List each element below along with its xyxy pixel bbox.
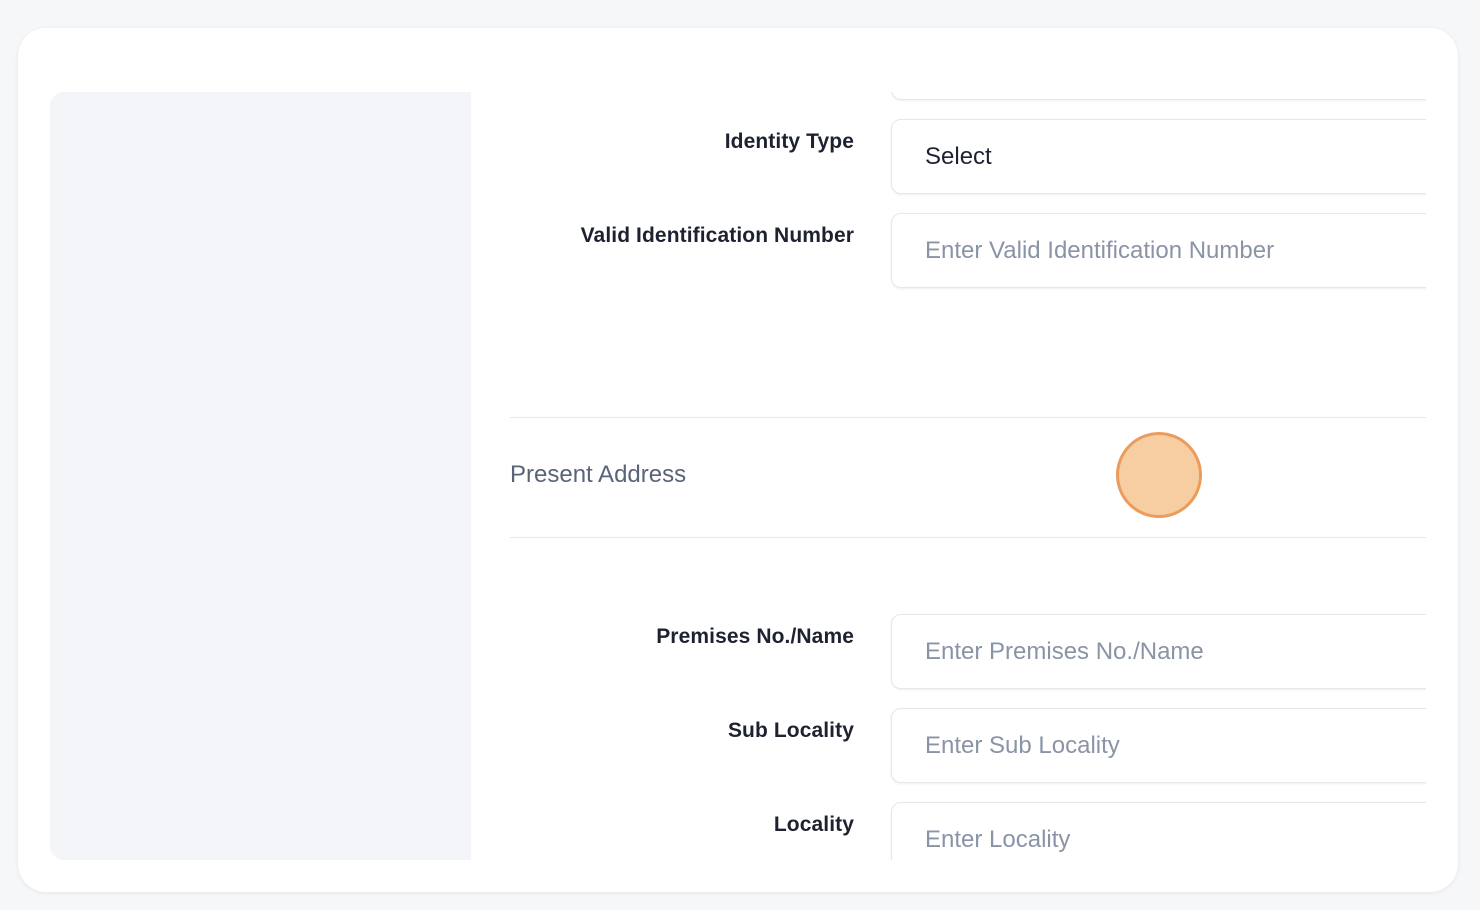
sidebar-panel [50, 92, 471, 860]
locality-input[interactable] [891, 802, 1426, 860]
premises-label: Premises No./Name [656, 625, 854, 648]
valid-identification-number-label: Valid Identification Number [580, 224, 854, 247]
identity-type-select[interactable]: Select [891, 119, 1426, 194]
form-viewport: Identity Type Select Valid Identificatio… [50, 92, 1426, 860]
section-divider-bottom [510, 537, 1426, 538]
section-divider-top [510, 417, 1426, 418]
click-indicator [1116, 432, 1202, 518]
sub-locality-input[interactable] [891, 708, 1426, 783]
valid-identification-number-input[interactable] [891, 213, 1426, 288]
sub-locality-label: Sub Locality [727, 719, 854, 742]
previous-field-input[interactable] [891, 92, 1426, 100]
present-address-heading: Present Address [510, 461, 687, 488]
identity-type-selected-value: Select [925, 142, 992, 170]
premises-input[interactable] [891, 614, 1426, 689]
page-card: Identity Type Select Valid Identificatio… [18, 28, 1458, 892]
registration-form: Identity Type Select Valid Identificatio… [471, 92, 1426, 860]
identity-type-label: Identity Type [724, 130, 854, 153]
locality-label: Locality [773, 813, 854, 836]
